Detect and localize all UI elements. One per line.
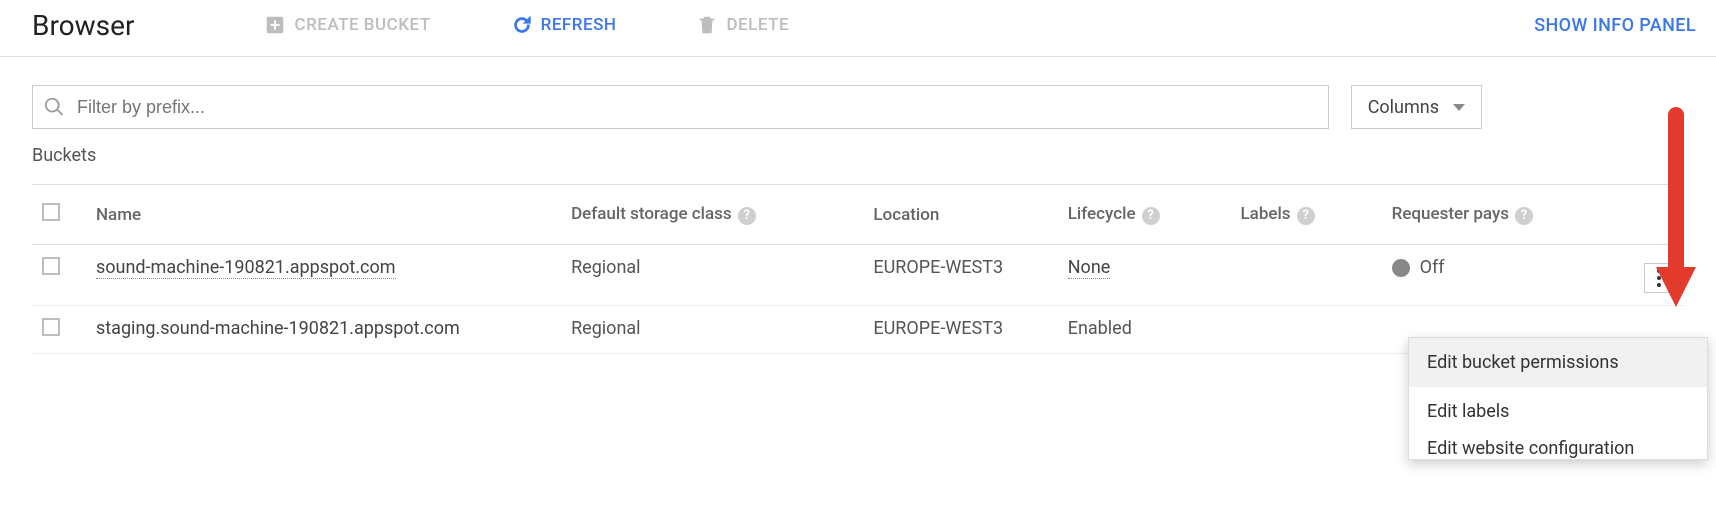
refresh-icon — [511, 14, 533, 36]
bucket-link[interactable]: sound-machine-190821.appspot.com — [96, 257, 396, 279]
create-bucket-label: CREATE BUCKET — [294, 15, 430, 35]
help-icon[interactable]: ? — [738, 207, 756, 225]
col-lifecycle[interactable]: Lifecycle? — [1058, 185, 1231, 245]
select-all-checkbox[interactable] — [42, 203, 60, 221]
row-context-menu: Edit bucket permissions Edit labels Edit… — [1408, 337, 1708, 460]
bucket-link[interactable]: staging.sound-machine-190821.appspot.com — [96, 318, 460, 339]
caret-down-icon — [1453, 104, 1465, 111]
storage-class: Regional — [571, 318, 641, 339]
top-bar: Browser CREATE BUCKET REFRESH DELETE SHO… — [0, 0, 1716, 57]
row-checkbox[interactable] — [42, 257, 60, 275]
col-requester-pays[interactable]: Requester pays? — [1382, 185, 1620, 245]
row-checkbox[interactable] — [42, 318, 60, 336]
delete-label: DELETE — [726, 15, 789, 35]
page-title: Browser — [32, 9, 134, 42]
table-header-row: Name Default storage class? Location Lif… — [32, 185, 1684, 245]
location: EUROPE-WEST3 — [873, 318, 1003, 339]
main-content: Columns Buckets Name Default storage cla… — [0, 57, 1716, 354]
refresh-button[interactable]: REFRESH — [501, 8, 627, 42]
buckets-table: Name Default storage class? Location Lif… — [32, 184, 1684, 354]
menu-edit-permissions[interactable]: Edit bucket permissions — [1409, 338, 1707, 387]
section-label: Buckets — [32, 145, 1684, 166]
add-box-icon — [264, 14, 286, 36]
trash-icon — [696, 14, 718, 36]
columns-dropdown[interactable]: Columns — [1351, 85, 1482, 129]
requester-pays: Off — [1420, 257, 1445, 278]
table-row: sound-machine-190821.appspot.com Regiona… — [32, 245, 1684, 306]
filter-box[interactable] — [32, 85, 1329, 129]
search-icon — [43, 96, 65, 118]
storage-class: Regional — [571, 257, 641, 278]
status-dot-icon — [1392, 259, 1410, 277]
show-info-panel-button[interactable]: SHOW INFO PANEL — [1534, 15, 1696, 36]
menu-edit-website-cut[interactable]: Edit website configuration — [1409, 436, 1707, 459]
help-icon[interactable]: ? — [1515, 207, 1533, 225]
delete-button: DELETE — [686, 8, 799, 42]
col-labels[interactable]: Labels? — [1230, 185, 1381, 245]
create-bucket-button: CREATE BUCKET — [254, 8, 440, 42]
lifecycle-link[interactable]: None — [1068, 257, 1111, 279]
menu-edit-labels[interactable]: Edit labels — [1409, 387, 1707, 436]
filter-row: Columns — [32, 85, 1684, 129]
annotation-arrow-icon — [1656, 107, 1696, 327]
columns-label: Columns — [1368, 97, 1439, 118]
location: EUROPE-WEST3 — [873, 257, 1003, 278]
col-name[interactable]: Name — [86, 185, 561, 245]
help-icon[interactable]: ? — [1142, 207, 1160, 225]
lifecycle-link[interactable]: Enabled — [1068, 318, 1132, 339]
col-default-storage[interactable]: Default storage class? — [561, 185, 863, 245]
filter-input[interactable] — [75, 96, 1318, 119]
col-location[interactable]: Location — [863, 185, 1057, 245]
help-icon[interactable]: ? — [1297, 207, 1315, 225]
refresh-label: REFRESH — [541, 15, 617, 35]
